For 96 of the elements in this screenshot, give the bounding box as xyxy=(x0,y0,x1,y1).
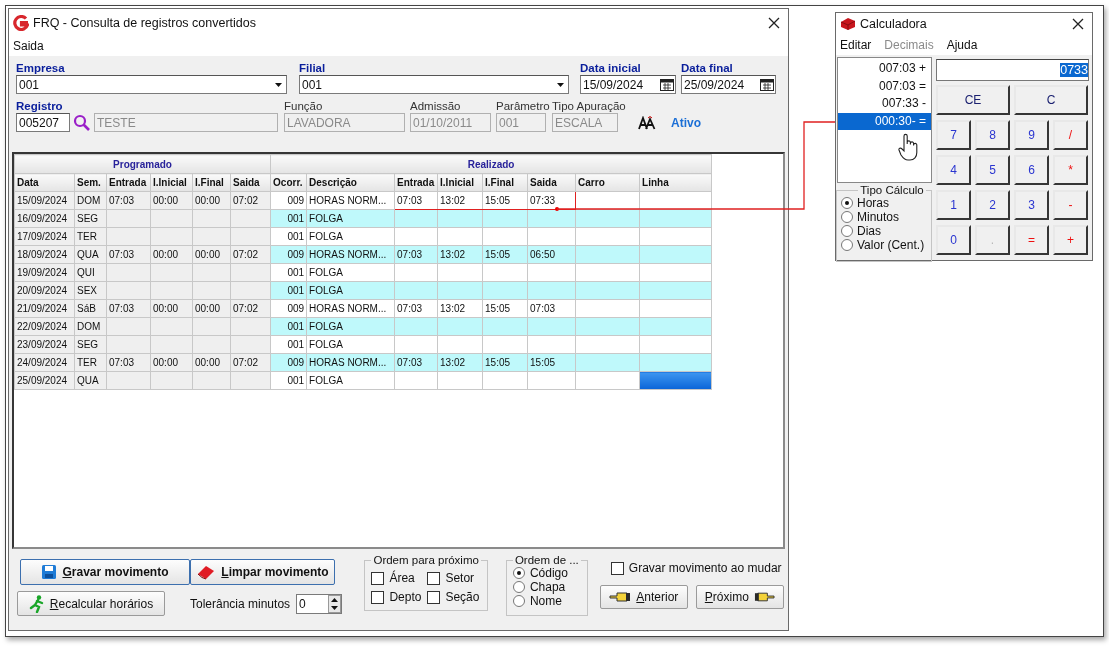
checkbox-label: Depto xyxy=(389,590,422,604)
display-field[interactable]: 0733 xyxy=(936,59,1089,81)
readonly-field: 001 xyxy=(496,113,546,132)
field-label: Filial xyxy=(299,61,326,75)
field-label: Função xyxy=(284,99,323,113)
clear-button[interactable]: Limpar movimento xyxy=(190,559,335,585)
menu-item[interactable]: Ajuda xyxy=(946,38,978,52)
calculator-key[interactable]: 1 xyxy=(936,190,971,220)
tape-entry[interactable]: 000:30- = xyxy=(838,112,931,130)
radio-button[interactable] xyxy=(512,567,525,579)
tape-entry[interactable]: 007:03 = xyxy=(838,77,931,95)
group-title: Ordem para próximo xyxy=(372,554,480,566)
save-button[interactable]: Gravar movimento xyxy=(20,559,190,585)
radio-label: Código xyxy=(529,566,568,580)
window-title: Calculadora xyxy=(860,17,928,31)
checkbox[interactable] xyxy=(427,590,441,604)
checkbox-label: Área xyxy=(389,571,415,585)
radio-button[interactable] xyxy=(512,595,525,607)
calculator-key[interactable]: 5 xyxy=(975,155,1010,185)
calculator-key[interactable]: 3 xyxy=(1014,190,1049,220)
radio-button[interactable] xyxy=(841,239,853,251)
cube-icon xyxy=(840,17,856,31)
calculator-key[interactable]: C xyxy=(1014,85,1088,115)
field-label: Empresa xyxy=(16,61,65,75)
calculator-key[interactable]: 7 xyxy=(936,120,971,150)
font-icon[interactable] xyxy=(638,115,656,130)
calculator-key[interactable]: 0 xyxy=(936,225,971,255)
checkbox-label: Gravar movimento ao mudar xyxy=(628,561,782,575)
radio-label: Chapa xyxy=(529,580,566,594)
running-figure-icon xyxy=(28,594,45,613)
radio-label: Horas xyxy=(857,196,889,210)
tape-entry[interactable]: 007:33 - xyxy=(838,95,931,113)
readonly-field: LAVADORA xyxy=(284,113,405,132)
calendar-icon[interactable] xyxy=(659,77,675,92)
calculator-key[interactable]: = xyxy=(1014,225,1049,255)
calculator-key[interactable]: CE xyxy=(936,85,1010,115)
previous-button[interactable]: Anterior xyxy=(599,585,688,609)
recalculate-button[interactable]: Recalcular horários xyxy=(17,591,165,616)
column-group-header: Programado xyxy=(14,154,271,174)
radio-label: Nome xyxy=(529,594,562,608)
field-label: Registro xyxy=(16,99,63,113)
checkbox[interactable] xyxy=(371,590,385,604)
field-label: Data inicial xyxy=(580,61,641,75)
radio-button[interactable] xyxy=(841,197,853,209)
radio-label: Dias xyxy=(857,224,881,238)
hand-cursor-icon xyxy=(898,133,920,161)
calculator-key[interactable]: 6 xyxy=(1014,155,1049,185)
menu-item[interactable]: Editar xyxy=(840,38,872,52)
date-field[interactable]: 15/09/2024 xyxy=(580,75,676,94)
field-label: Parâmetro xyxy=(496,99,550,113)
window-title: FRQ - Consulta de registros convertidos xyxy=(33,15,257,30)
calculator-key[interactable]: 2 xyxy=(975,190,1010,220)
spinner-arrows-icon[interactable] xyxy=(328,594,342,613)
field-label: Data final xyxy=(681,61,733,75)
calculator-key[interactable]: - xyxy=(1053,190,1088,220)
checkbox[interactable] xyxy=(371,571,385,585)
field-label: Admissão xyxy=(410,99,461,113)
readonly-field: ESCALA xyxy=(552,113,618,132)
calendar-icon[interactable] xyxy=(759,77,775,92)
checkbox[interactable] xyxy=(610,561,624,575)
floppy-icon xyxy=(41,564,58,580)
status-text: Ativo xyxy=(671,115,701,130)
search-icon[interactable] xyxy=(73,113,91,132)
radio-label: Minutos xyxy=(857,210,900,224)
logo-icon xyxy=(13,14,29,31)
input-field[interactable]: 005207 xyxy=(16,113,70,132)
tolerance-label: Tolerância minutos xyxy=(190,596,291,611)
close-icon[interactable] xyxy=(768,16,780,29)
radio-button[interactable] xyxy=(841,225,853,237)
tape-entry[interactable]: 007:03 + xyxy=(838,60,931,78)
date-field[interactable]: 25/09/2024 xyxy=(681,75,776,94)
group-title: Ordem de ... xyxy=(513,554,580,566)
checkbox-label: Seção xyxy=(445,590,480,604)
column-group-header: Realizado xyxy=(270,154,712,174)
eraser-icon xyxy=(196,564,217,580)
calculator-key[interactable]: + xyxy=(1053,225,1088,255)
tolerance-spinner[interactable]: 0 xyxy=(296,593,343,614)
readonly-field: TESTE xyxy=(94,113,278,132)
next-button[interactable]: Próximo xyxy=(695,585,784,609)
radio-button[interactable] xyxy=(841,211,853,223)
field-label: Tipo Apuração xyxy=(552,99,626,113)
dropdown-field[interactable]: 001 xyxy=(299,75,569,94)
readonly-field: 01/10/2011 xyxy=(410,113,491,132)
close-icon[interactable] xyxy=(1072,18,1084,30)
radio-button[interactable] xyxy=(512,581,525,593)
calculator-key[interactable]: / xyxy=(1053,120,1088,150)
calculator-key[interactable]: 8 xyxy=(975,120,1010,150)
checkbox-label: Setor xyxy=(445,571,475,585)
calculator-key[interactable]: * xyxy=(1053,155,1088,185)
calculator-key[interactable]: 4 xyxy=(936,155,971,185)
calculator-key[interactable]: 9 xyxy=(1014,120,1049,150)
dropdown-field[interactable]: 001 xyxy=(16,75,287,94)
radio-label: Valor (Cent.) xyxy=(857,238,925,252)
menu-item[interactable]: Saida xyxy=(13,39,44,53)
group-title: Tipo Cálculo xyxy=(859,184,925,196)
checkbox[interactable] xyxy=(427,571,441,585)
